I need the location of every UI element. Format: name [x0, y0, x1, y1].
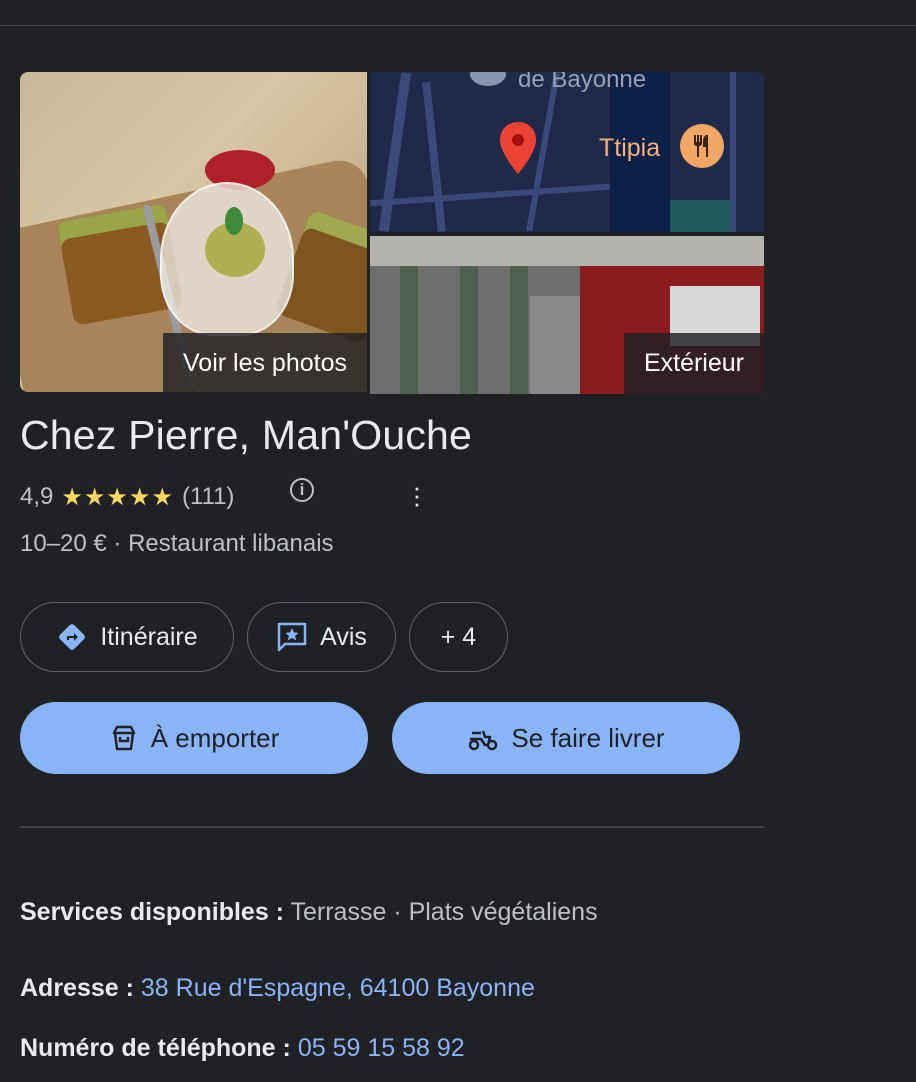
- directions-icon: [56, 621, 88, 653]
- takeaway-label: À emporter: [150, 722, 280, 753]
- map-thumbnail[interactable]: de Bayonne Ttipia: [370, 72, 764, 232]
- facade-door: [530, 296, 580, 394]
- info-icon[interactable]: i: [290, 478, 314, 502]
- services-value: Terrasse · Plats végétaliens: [290, 898, 598, 926]
- map-road: [370, 183, 610, 207]
- facade-column: [460, 266, 478, 394]
- map-road: [378, 72, 412, 232]
- map-street-label: de Bayonne: [518, 72, 647, 93]
- review-count[interactable]: (111): [182, 483, 234, 511]
- delivery-scooter-icon: [467, 723, 499, 753]
- services-label: Services disponibles :: [20, 898, 284, 926]
- rating-row[interactable]: 4,9 ★★★★★ (111): [20, 480, 234, 514]
- mint-leaf: [225, 207, 243, 235]
- restaurant-icon: [680, 124, 724, 168]
- exterior-label[interactable]: Extérieur: [623, 333, 764, 394]
- exterior-photo[interactable]: Extérieur: [370, 236, 764, 394]
- map-road: [730, 72, 736, 232]
- delivery-button[interactable]: Se faire livrer: [392, 702, 740, 774]
- star-rating-icon: ★★★★★: [61, 483, 174, 511]
- services-row: Services disponibles : Terrasse · Plats …: [20, 898, 598, 927]
- reviews-label: Avis: [320, 622, 367, 651]
- facade-column: [510, 266, 528, 394]
- place-title: Chez Pierre, Man'Ouche: [20, 412, 473, 458]
- takeaway-button[interactable]: À emporter: [20, 702, 368, 774]
- location-pin-icon: [500, 122, 536, 174]
- address-label: Adresse :: [20, 974, 134, 1002]
- rating-value: 4,9: [20, 483, 54, 510]
- more-actions-label: + 4: [440, 622, 477, 651]
- review-star-icon: [276, 621, 308, 653]
- see-photos-label[interactable]: Voir les photos: [163, 333, 367, 392]
- directions-label: Itinéraire: [100, 622, 198, 651]
- facade-sign: [370, 236, 764, 266]
- address-row: Adresse : 38 Rue d'Espagne, 64100 Bayonn…: [20, 974, 535, 1003]
- takeaway-bag-icon: [109, 723, 139, 753]
- delivery-label: Se faire livrer: [511, 722, 665, 753]
- facade-column: [400, 266, 418, 394]
- section-divider: [20, 826, 764, 828]
- main-photo[interactable]: Voir les photos: [20, 72, 367, 392]
- map-poi-label: Ttipia: [599, 134, 661, 162]
- phone-row: Numéro de téléphone : 05 59 15 58 92: [20, 1034, 465, 1063]
- phone-link[interactable]: 05 59 15 58 92: [298, 1034, 465, 1062]
- more-options-icon[interactable]: · · ·: [405, 474, 429, 516]
- map-poi-icon: [470, 72, 506, 86]
- top-divider: [0, 25, 916, 26]
- directions-button[interactable]: Itinéraire: [20, 602, 234, 672]
- price-and-category: 10–20 € · Restaurant libanais: [20, 530, 334, 557]
- phone-label: Numéro de téléphone :: [20, 1034, 291, 1062]
- address-link[interactable]: 38 Rue d'Espagne, 64100 Bayonne: [141, 974, 535, 1002]
- map-road: [422, 81, 446, 232]
- reviews-button[interactable]: Avis: [247, 602, 396, 672]
- map-park: [670, 200, 730, 232]
- more-actions-button[interactable]: + 4: [409, 602, 508, 672]
